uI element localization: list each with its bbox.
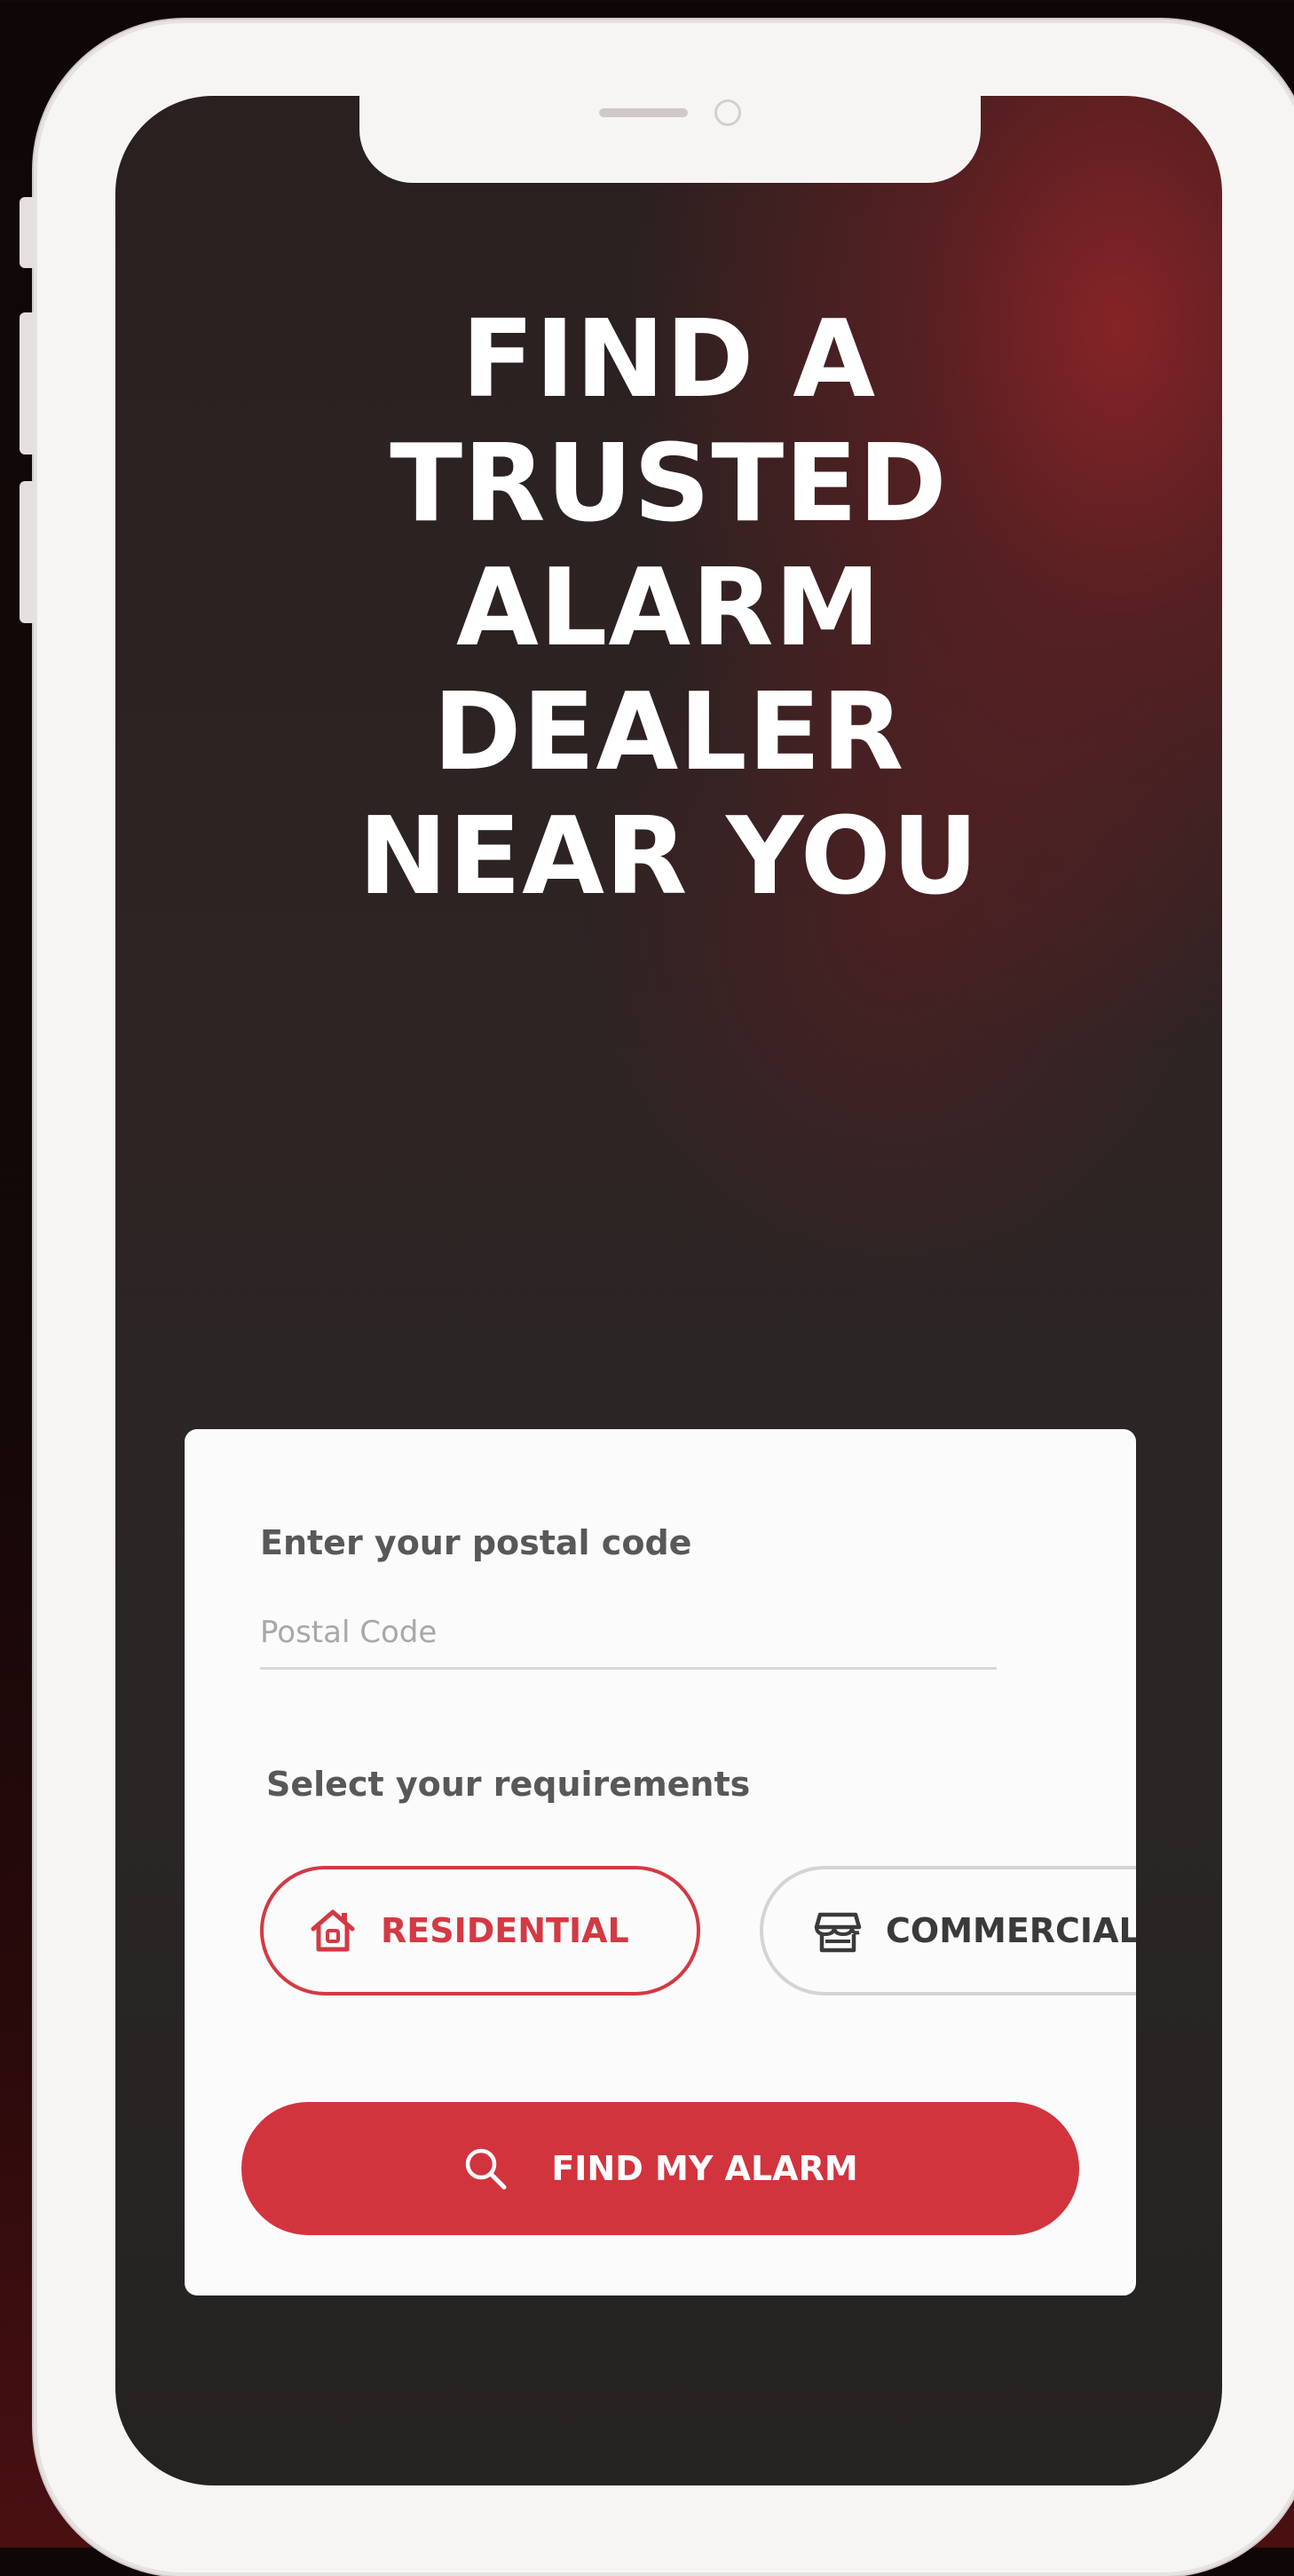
postal-code-label: Enter your postal code [260,1523,692,1562]
option-commercial-label: COMMERCIAL [886,1911,1136,1950]
option-commercial[interactable]: COMMERCIAL [760,1866,1136,1995]
house-icon [311,1909,355,1952]
requirements-label: Select your requirements [266,1765,751,1804]
headline-line: DEALER [432,671,905,794]
headline-line: ALARM [455,547,882,670]
option-residential[interactable]: RESIDENTIAL [260,1866,700,1995]
page-title: FIND A TRUSTED ALARM DEALER NEAR YOU [115,298,1222,920]
headline-line: FIND A [461,298,877,422]
phone-side-button-mute [20,197,34,268]
phone-notch [359,96,981,183]
storefront-icon [814,1912,862,1953]
phone-side-button-volume-down [20,481,34,623]
find-my-alarm-button[interactable]: FIND MY ALARM [241,2102,1079,2235]
app-screen: FIND A TRUSTED ALARM DEALER NEAR YOU Ent… [115,96,1222,2485]
dealer-search-card: Enter your postal code Select your requi… [185,1429,1136,2295]
headline-line: NEAR YOU [358,795,980,919]
option-residential-label: RESIDENTIAL [381,1911,629,1950]
phone-side-button-volume-up [20,312,34,454]
headline-line: TRUSTED [390,423,948,546]
phone-frame: FIND A TRUSTED ALARM DEALER NEAR YOU Ent… [20,20,1294,2576]
earpiece-speaker [599,108,688,117]
search-icon [466,2148,507,2190]
find-my-alarm-label: FIND MY ALARM [551,2149,858,2188]
front-camera [714,99,741,126]
postal-code-input[interactable] [260,1598,997,1670]
